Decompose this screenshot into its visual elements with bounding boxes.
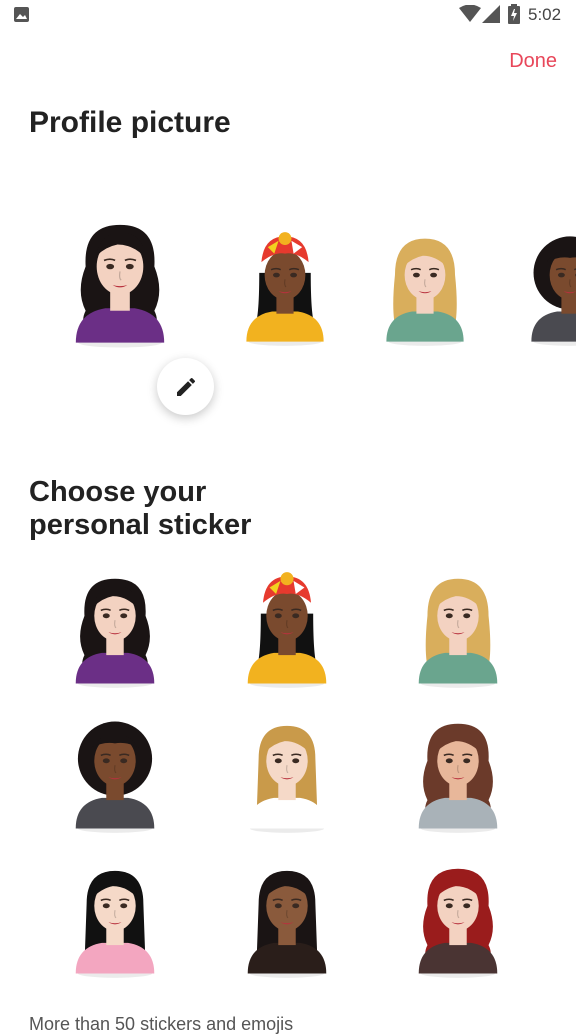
signal-icon: [482, 5, 500, 23]
page-title: Profile picture: [29, 106, 231, 139]
carousel-avatar-headwrap[interactable]: [230, 230, 340, 348]
sticker-headwrap[interactable]: [232, 570, 342, 690]
sticker-red-hair[interactable]: [403, 860, 513, 980]
done-button[interactable]: Done: [509, 50, 557, 73]
sticker-title-line1: Choose your: [29, 476, 207, 508]
carousel-avatar-afro[interactable]: [515, 230, 576, 348]
sticker-straight-blonde[interactable]: [232, 715, 342, 835]
status-time: 5:02: [528, 5, 562, 24]
sticker-curly-brown[interactable]: [403, 715, 513, 835]
sticker-section-title: Choose your personal sticker: [29, 476, 251, 542]
wifi-icon: [459, 5, 481, 22]
sticker-blonde[interactable]: [403, 570, 513, 690]
carousel-avatar-blonde[interactable]: [370, 230, 480, 348]
sticker-wavy-black[interactable]: [60, 570, 170, 690]
profile-picture-carousel[interactable]: [0, 215, 576, 430]
stickers-count-text: More than 50 stickers and emojis: [29, 1014, 294, 1034]
pencil-icon: [176, 377, 195, 396]
sticker-black-straight-pink[interactable]: [60, 860, 170, 980]
sticker-dark-ombre[interactable]: [232, 860, 342, 980]
carousel-avatar-wavy-black[interactable]: [55, 215, 185, 350]
status-bar: 5:02: [0, 0, 576, 30]
sticker-title-line2: personal sticker: [29, 509, 252, 541]
sticker-afro[interactable]: [60, 715, 170, 835]
battery-icon: [508, 4, 520, 24]
edit-avatar-button[interactable]: [157, 358, 214, 415]
gallery-icon: [14, 7, 29, 22]
